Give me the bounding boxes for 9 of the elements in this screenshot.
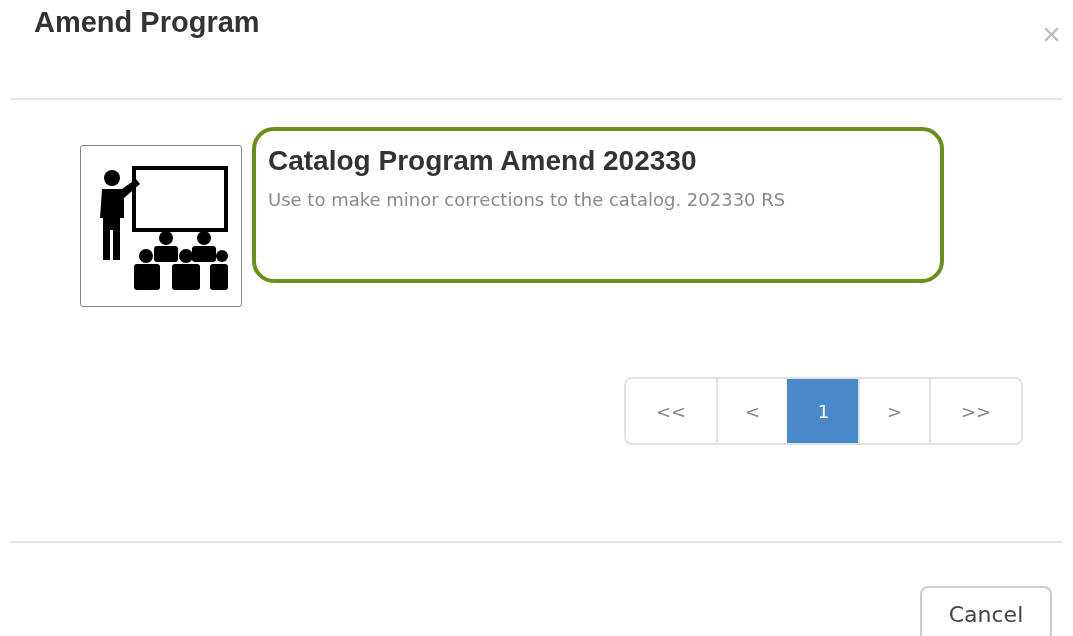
- program-description: Use to make minor corrections to the catalog. 202330 RS: [268, 189, 787, 210]
- program-title: Catalog Program Amend 202330: [268, 145, 698, 177]
- program-card[interactable]: Catalog Program Amend 202330 Use to make minor corrections to the catalog. 202330 RS: [252, 127, 944, 283]
- close-button[interactable]: ×: [1042, 16, 1061, 53]
- page-button[interactable]: 1: [787, 379, 858, 443]
- page-button[interactable]: >>: [929, 379, 1021, 443]
- cancel-button[interactable]: Cancel: [920, 586, 1052, 636]
- dialog-title: Amend Program: [34, 6, 260, 39]
- presenter-icon: [80, 145, 242, 307]
